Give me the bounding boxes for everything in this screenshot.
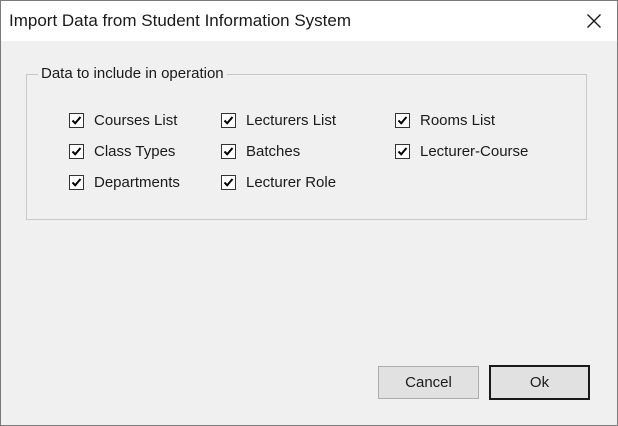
checkbox-label: Lecturers List: [246, 111, 337, 129]
dialog-window: Import Data from Student Information Sys…: [0, 0, 618, 426]
checkbox-label: Rooms List: [420, 111, 496, 129]
checkmark-icon: [71, 115, 82, 125]
checkbox-departments[interactable]: Departments: [69, 173, 180, 191]
close-button[interactable]: [571, 1, 617, 41]
checkmark-icon: [223, 146, 234, 156]
checkmark-icon: [71, 177, 82, 187]
checkbox-class-types[interactable]: Class Types: [69, 142, 175, 160]
checkbox-courses-list[interactable]: Courses List: [69, 111, 177, 129]
checkbox-label: Departments: [94, 173, 180, 191]
checkbox-box[interactable]: [395, 143, 410, 159]
group-legend: Data to include in operation: [38, 65, 227, 82]
checkmark-icon: [223, 177, 234, 187]
checkbox-label: Class Types: [94, 142, 176, 160]
title-bar: Import Data from Student Information Sys…: [1, 1, 617, 41]
checkbox-batches[interactable]: Batches: [221, 142, 300, 160]
checkbox-box[interactable]: [69, 143, 84, 159]
checkbox-box[interactable]: [69, 174, 84, 190]
checkmark-icon: [397, 115, 408, 125]
checkbox-box[interactable]: [395, 112, 410, 128]
close-icon: [587, 14, 601, 28]
checkbox-label: Batches: [246, 142, 301, 160]
checkbox-lecturer-role[interactable]: Lecturer Role: [221, 173, 336, 191]
data-options-group: Data to include in operation Courses Lis…: [26, 65, 587, 220]
checkbox-lecturer-course[interactable]: Lecturer-Course: [395, 142, 528, 160]
checkbox-box[interactable]: [221, 174, 236, 190]
cancel-button[interactable]: Cancel: [378, 366, 479, 399]
checkbox-box[interactable]: [221, 112, 236, 128]
checkbox-label: Lecturer-Course: [420, 142, 529, 160]
checkbox-label: Lecturer Role: [246, 173, 337, 191]
checkbox-lecturers-list[interactable]: Lecturers List: [221, 111, 336, 129]
checkmark-icon: [223, 115, 234, 125]
checkbox-label: Courses List: [94, 111, 178, 129]
ok-button[interactable]: Ok: [489, 365, 590, 400]
window-title: Import Data from Student Information Sys…: [9, 11, 352, 30]
checkbox-rooms-list[interactable]: Rooms List: [395, 111, 495, 129]
checkbox-box[interactable]: [221, 143, 236, 159]
checkbox-box[interactable]: [69, 112, 84, 128]
checkmark-icon: [397, 146, 408, 156]
checkmark-icon: [71, 146, 82, 156]
